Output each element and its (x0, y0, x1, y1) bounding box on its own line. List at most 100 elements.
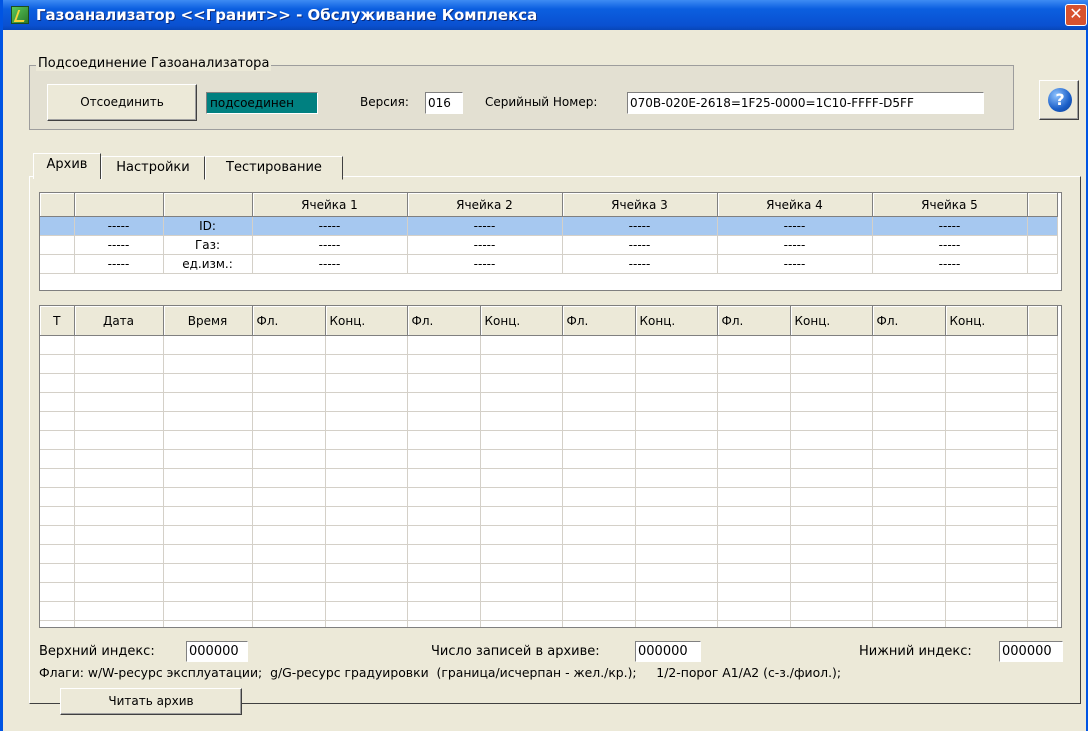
archive-cell[interactable] (74, 354, 164, 374)
archive-grid[interactable]: T Дата Время Фл. Конц. Фл. Конц. Фл. Конц. Фл. Кон… (39, 305, 1062, 628)
archive-cell[interactable] (40, 392, 75, 412)
archive-header-13[interactable] (1027, 306, 1058, 336)
archive-header-4[interactable]: Конц. (325, 306, 408, 336)
archive-cell[interactable] (1027, 601, 1058, 621)
archive-cell[interactable] (717, 430, 791, 450)
archive-cell[interactable] (407, 620, 481, 627)
archive-cell[interactable] (480, 430, 563, 450)
archive-header-9[interactable]: Фл. (717, 306, 791, 336)
cells-row[interactable]: ----- ед.изм.: ----- ----- ----- ----- ----- (40, 254, 1058, 274)
archive-cell[interactable] (74, 430, 164, 450)
archive-cell[interactable] (635, 449, 718, 469)
archive-row[interactable] (40, 601, 1058, 621)
archive-cell[interactable] (163, 335, 253, 355)
archive-cell[interactable] (325, 354, 408, 374)
archive-cell[interactable] (717, 354, 791, 374)
archive-cell[interactable] (945, 582, 1028, 602)
archive-cell[interactable] (74, 525, 164, 545)
archive-cell[interactable] (407, 468, 481, 488)
archive-row[interactable] (40, 392, 1058, 412)
archive-header-5[interactable]: Фл. (407, 306, 481, 336)
archive-cell[interactable] (717, 506, 791, 526)
archive-row[interactable] (40, 411, 1058, 431)
archive-cell[interactable] (480, 335, 563, 355)
archive-cell[interactable] (480, 487, 563, 507)
archive-cell[interactable] (717, 601, 791, 621)
archive-cell[interactable] (252, 430, 326, 450)
archive-cell[interactable] (790, 411, 873, 431)
archive-cell[interactable] (1027, 582, 1058, 602)
archive-cell[interactable] (407, 544, 481, 564)
archive-row[interactable] (40, 354, 1058, 374)
archive-cell[interactable] (1027, 335, 1058, 355)
archive-cell[interactable] (717, 335, 791, 355)
cells-cell[interactable]: ----- (717, 216, 873, 236)
archive-cell[interactable] (872, 582, 946, 602)
archive-cell[interactable] (717, 563, 791, 583)
archive-cell[interactable] (635, 620, 718, 627)
archive-cell[interactable] (790, 449, 873, 469)
cells-cell[interactable]: ID: (163, 216, 253, 236)
archive-cell[interactable] (872, 335, 946, 355)
archive-cell[interactable] (480, 620, 563, 627)
archive-cell[interactable] (163, 544, 253, 564)
archive-cell[interactable] (163, 601, 253, 621)
archive-cell[interactable] (717, 449, 791, 469)
cells-cell[interactable]: ----- (717, 254, 873, 274)
archive-row[interactable] (40, 430, 1058, 450)
archive-cell[interactable] (790, 563, 873, 583)
cells-cell[interactable]: ----- (252, 235, 408, 255)
archive-cell[interactable] (40, 620, 75, 627)
archive-cell[interactable] (252, 582, 326, 602)
cells-header-3[interactable]: Ячейка 1 (252, 193, 408, 217)
archive-cell[interactable] (872, 487, 946, 507)
archive-cell[interactable] (407, 373, 481, 393)
archive-cell[interactable] (635, 335, 718, 355)
archive-cell[interactable] (74, 335, 164, 355)
archive-row[interactable] (40, 620, 1058, 627)
archive-cell[interactable] (945, 601, 1028, 621)
archive-cell[interactable] (74, 544, 164, 564)
title-bar[interactable]: Газоанализатор <<Гранит>> - Обслуживание… (3, 0, 1088, 30)
archive-cell[interactable] (790, 468, 873, 488)
serial-number-field[interactable]: 070B-020E-2618=1F25-0000=1C10-FFFF-D5FF (627, 92, 984, 114)
archive-row[interactable] (40, 487, 1058, 507)
archive-cell[interactable] (325, 487, 408, 507)
archive-header-12[interactable]: Конц. (945, 306, 1028, 336)
archive-cell[interactable] (252, 449, 326, 469)
archive-cell[interactable] (790, 373, 873, 393)
archive-cell[interactable] (407, 392, 481, 412)
archive-cell[interactable] (872, 411, 946, 431)
archive-cell[interactable] (872, 620, 946, 627)
archive-cell[interactable] (717, 392, 791, 412)
archive-cell[interactable] (252, 525, 326, 545)
archive-cell[interactable] (40, 449, 75, 469)
archive-cell[interactable] (480, 354, 563, 374)
cells-cell[interactable] (40, 254, 75, 274)
archive-cell[interactable] (635, 563, 718, 583)
archive-cell[interactable] (1027, 411, 1058, 431)
archive-cell[interactable] (40, 525, 75, 545)
archive-header-6[interactable]: Конц. (480, 306, 563, 336)
archive-cell[interactable] (945, 449, 1028, 469)
archive-cell[interactable] (40, 354, 75, 374)
archive-cell[interactable] (790, 525, 873, 545)
cells-header-5[interactable]: Ячейка 3 (562, 193, 718, 217)
archive-cell[interactable] (790, 430, 873, 450)
archive-cell[interactable] (325, 449, 408, 469)
archive-cell[interactable] (163, 487, 253, 507)
archive-cell[interactable] (790, 335, 873, 355)
archive-cell[interactable] (872, 392, 946, 412)
archive-cell[interactable] (74, 506, 164, 526)
archive-cell[interactable] (1027, 544, 1058, 564)
cells-cell[interactable]: ----- (252, 216, 408, 236)
archive-row[interactable] (40, 563, 1058, 583)
cells-header-2[interactable] (163, 193, 253, 217)
archive-cell[interactable] (325, 620, 408, 627)
archive-cell[interactable] (1027, 506, 1058, 526)
archive-cell[interactable] (635, 392, 718, 412)
archive-cell[interactable] (790, 354, 873, 374)
archive-row[interactable] (40, 373, 1058, 393)
cells-cell[interactable]: ----- (407, 235, 563, 255)
archive-cell[interactable] (74, 601, 164, 621)
